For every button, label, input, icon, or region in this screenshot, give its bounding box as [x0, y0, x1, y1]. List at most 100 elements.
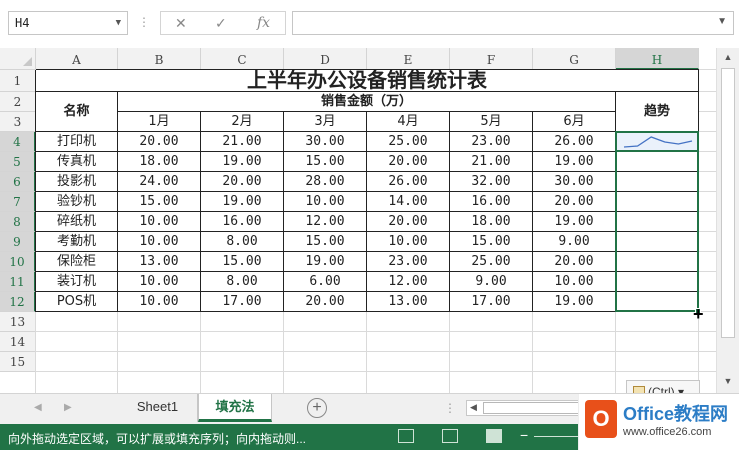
item-name[interactable]: 验钞机 — [36, 192, 117, 211]
chevron-down-icon[interactable]: ▼ — [116, 12, 121, 34]
column-header-a[interactable]: A — [36, 48, 118, 70]
column-header-g[interactable]: G — [533, 48, 616, 70]
sales-value[interactable]: 20.00 — [201, 172, 283, 191]
column-header-c[interactable]: C — [201, 48, 284, 70]
row-header-4[interactable]: 4 — [0, 132, 36, 152]
month-header[interactable]: 1月 — [118, 112, 200, 131]
item-name[interactable]: 投影机 — [36, 172, 117, 191]
worksheet-grid[interactable]: ABCDEFGH 1 2 3 4 5 6 7 8 9 10 11 12 13 14 15 上半年办公设备销售… — [0, 48, 716, 393]
row-header-14[interactable]: 14 — [0, 332, 36, 352]
sales-value[interactable]: 25.00 — [367, 132, 449, 151]
formula-input[interactable]: ▼ — [292, 11, 734, 35]
sales-value[interactable]: 20.00 — [118, 132, 200, 151]
scroll-down-icon[interactable]: ▼ — [721, 376, 735, 390]
column-header-e[interactable]: E — [367, 48, 450, 70]
column-header-b[interactable]: B — [118, 48, 201, 70]
next-sheet-icon[interactable]: ▶ — [64, 402, 72, 413]
normal-view-icon[interactable] — [398, 429, 414, 443]
paste-options-button[interactable]: (Ctrl) ▾ — [626, 380, 700, 393]
column-header-f[interactable]: F — [450, 48, 533, 70]
month-header[interactable]: 4月 — [367, 112, 449, 131]
sales-value[interactable]: 16.00 — [450, 192, 532, 211]
row-header-13[interactable]: 13 — [0, 312, 36, 332]
row-header-15[interactable]: 15 — [0, 352, 36, 372]
sales-value[interactable]: 20.00 — [367, 212, 449, 231]
page-break-preview-icon[interactable] — [486, 429, 502, 443]
table-title[interactable]: 上半年办公设备销售统计表 — [36, 70, 698, 91]
horizontal-scroll-thumb[interactable] — [483, 402, 593, 414]
item-name[interactable]: 保险柜 — [36, 252, 117, 271]
row-header-10[interactable]: 10 — [0, 252, 36, 272]
sales-value[interactable]: 21.00 — [450, 152, 532, 171]
sales-value[interactable]: 24.00 — [118, 172, 200, 191]
sales-value[interactable]: 19.00 — [533, 152, 615, 171]
vertical-scroll-thumb[interactable] — [721, 68, 735, 338]
sales-value[interactable]: 30.00 — [533, 172, 615, 191]
scroll-left-icon[interactable]: ◀ — [470, 402, 477, 413]
chevron-down-icon[interactable]: ▼ — [717, 16, 727, 27]
sales-value[interactable]: 15.00 — [118, 192, 200, 211]
tab-sheet1[interactable]: Sheet1 — [118, 394, 198, 422]
page-layout-icon[interactable] — [442, 429, 458, 443]
month-header[interactable]: 6月 — [533, 112, 615, 131]
cancel-icon[interactable]: ✕ — [175, 15, 187, 32]
row-header-8[interactable]: 8 — [0, 212, 36, 232]
prev-sheet-icon[interactable]: ◀ — [34, 402, 42, 413]
name-header[interactable]: 名称 — [36, 92, 117, 131]
sales-value[interactable]: 20.00 — [533, 252, 615, 271]
sales-value[interactable]: 19.00 — [201, 152, 283, 171]
enter-icon[interactable]: ✓ — [215, 15, 227, 32]
sales-value[interactable]: 10.00 — [118, 232, 200, 251]
sales-value[interactable]: 9.00 — [533, 232, 615, 251]
sales-value[interactable]: 20.00 — [367, 152, 449, 171]
row-header-5[interactable]: 5 — [0, 152, 36, 172]
sales-value[interactable]: 18.00 — [118, 152, 200, 171]
row-header-1[interactable]: 1 — [0, 70, 36, 92]
item-name[interactable]: POS机 — [36, 292, 117, 311]
sales-value[interactable]: 19.00 — [284, 252, 366, 271]
add-sheet-icon[interactable]: + — [307, 398, 327, 418]
sales-value[interactable]: 16.00 — [201, 212, 283, 231]
sales-value[interactable]: 6.00 — [284, 272, 366, 291]
row-header-7[interactable]: 7 — [0, 192, 36, 212]
sales-value[interactable]: 23.00 — [367, 252, 449, 271]
sales-value[interactable]: 26.00 — [533, 132, 615, 151]
sales-value[interactable]: 13.00 — [118, 252, 200, 271]
sales-value[interactable]: 15.00 — [201, 252, 283, 271]
item-name[interactable]: 考勤机 — [36, 232, 117, 251]
sales-value[interactable]: 23.00 — [450, 132, 532, 151]
row-header-11[interactable]: 11 — [0, 272, 36, 292]
vertical-scrollbar[interactable]: ▲ ▼ — [716, 48, 739, 393]
sales-value[interactable]: 8.00 — [201, 272, 283, 291]
item-name[interactable]: 碎纸机 — [36, 212, 117, 231]
row-header-6[interactable]: 6 — [0, 172, 36, 192]
sales-value[interactable]: 21.00 — [201, 132, 283, 151]
column-header-h[interactable]: H — [616, 48, 699, 70]
sales-value[interactable]: 14.00 — [367, 192, 449, 211]
sales-value[interactable]: 17.00 — [201, 292, 283, 311]
sales-value[interactable]: 13.00 — [367, 292, 449, 311]
sales-value[interactable]: 9.00 — [450, 272, 532, 291]
sales-value[interactable]: 30.00 — [284, 132, 366, 151]
item-name[interactable]: 打印机 — [36, 132, 117, 151]
row-header-2[interactable]: 2 — [0, 92, 36, 112]
month-header[interactable]: 2月 — [201, 112, 283, 131]
zoom-out-icon[interactable]: − — [520, 427, 528, 443]
sales-value[interactable]: 10.00 — [118, 292, 200, 311]
row-header-3[interactable]: 3 — [0, 112, 36, 132]
scroll-up-icon[interactable]: ▲ — [721, 52, 735, 66]
sales-value[interactable]: 15.00 — [284, 152, 366, 171]
sales-value[interactable]: 20.00 — [284, 292, 366, 311]
tab-fill-method[interactable]: 填充法 — [198, 394, 272, 422]
sales-value[interactable]: 10.00 — [284, 192, 366, 211]
sales-value[interactable]: 15.00 — [450, 232, 532, 251]
month-header[interactable]: 3月 — [284, 112, 366, 131]
sales-value[interactable]: 28.00 — [284, 172, 366, 191]
sales-value[interactable]: 19.00 — [533, 292, 615, 311]
sales-value[interactable]: 32.00 — [450, 172, 532, 191]
sales-value[interactable]: 26.00 — [367, 172, 449, 191]
sales-value[interactable]: 10.00 — [118, 272, 200, 291]
sales-value[interactable]: 10.00 — [118, 212, 200, 231]
row-header-9[interactable]: 9 — [0, 232, 36, 252]
sales-value[interactable]: 8.00 — [201, 232, 283, 251]
